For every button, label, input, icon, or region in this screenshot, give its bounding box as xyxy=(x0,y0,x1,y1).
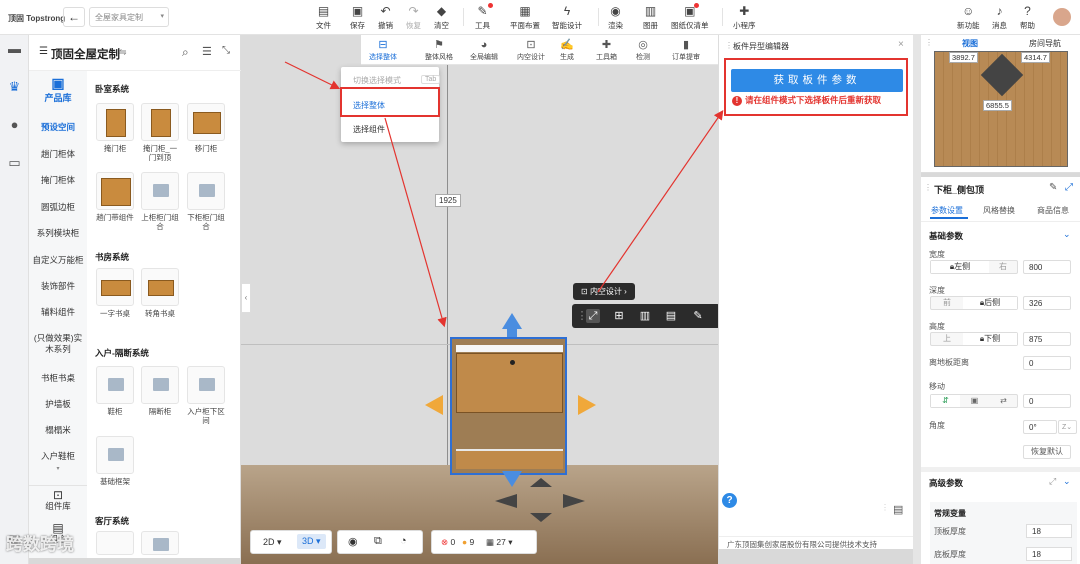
annotation-arrow xyxy=(597,110,724,293)
annotation-arrow xyxy=(284,61,341,90)
watermark: 跨数跨境 xyxy=(6,535,74,554)
annotation-arrows xyxy=(284,61,724,328)
annotation-arrow xyxy=(384,117,447,328)
